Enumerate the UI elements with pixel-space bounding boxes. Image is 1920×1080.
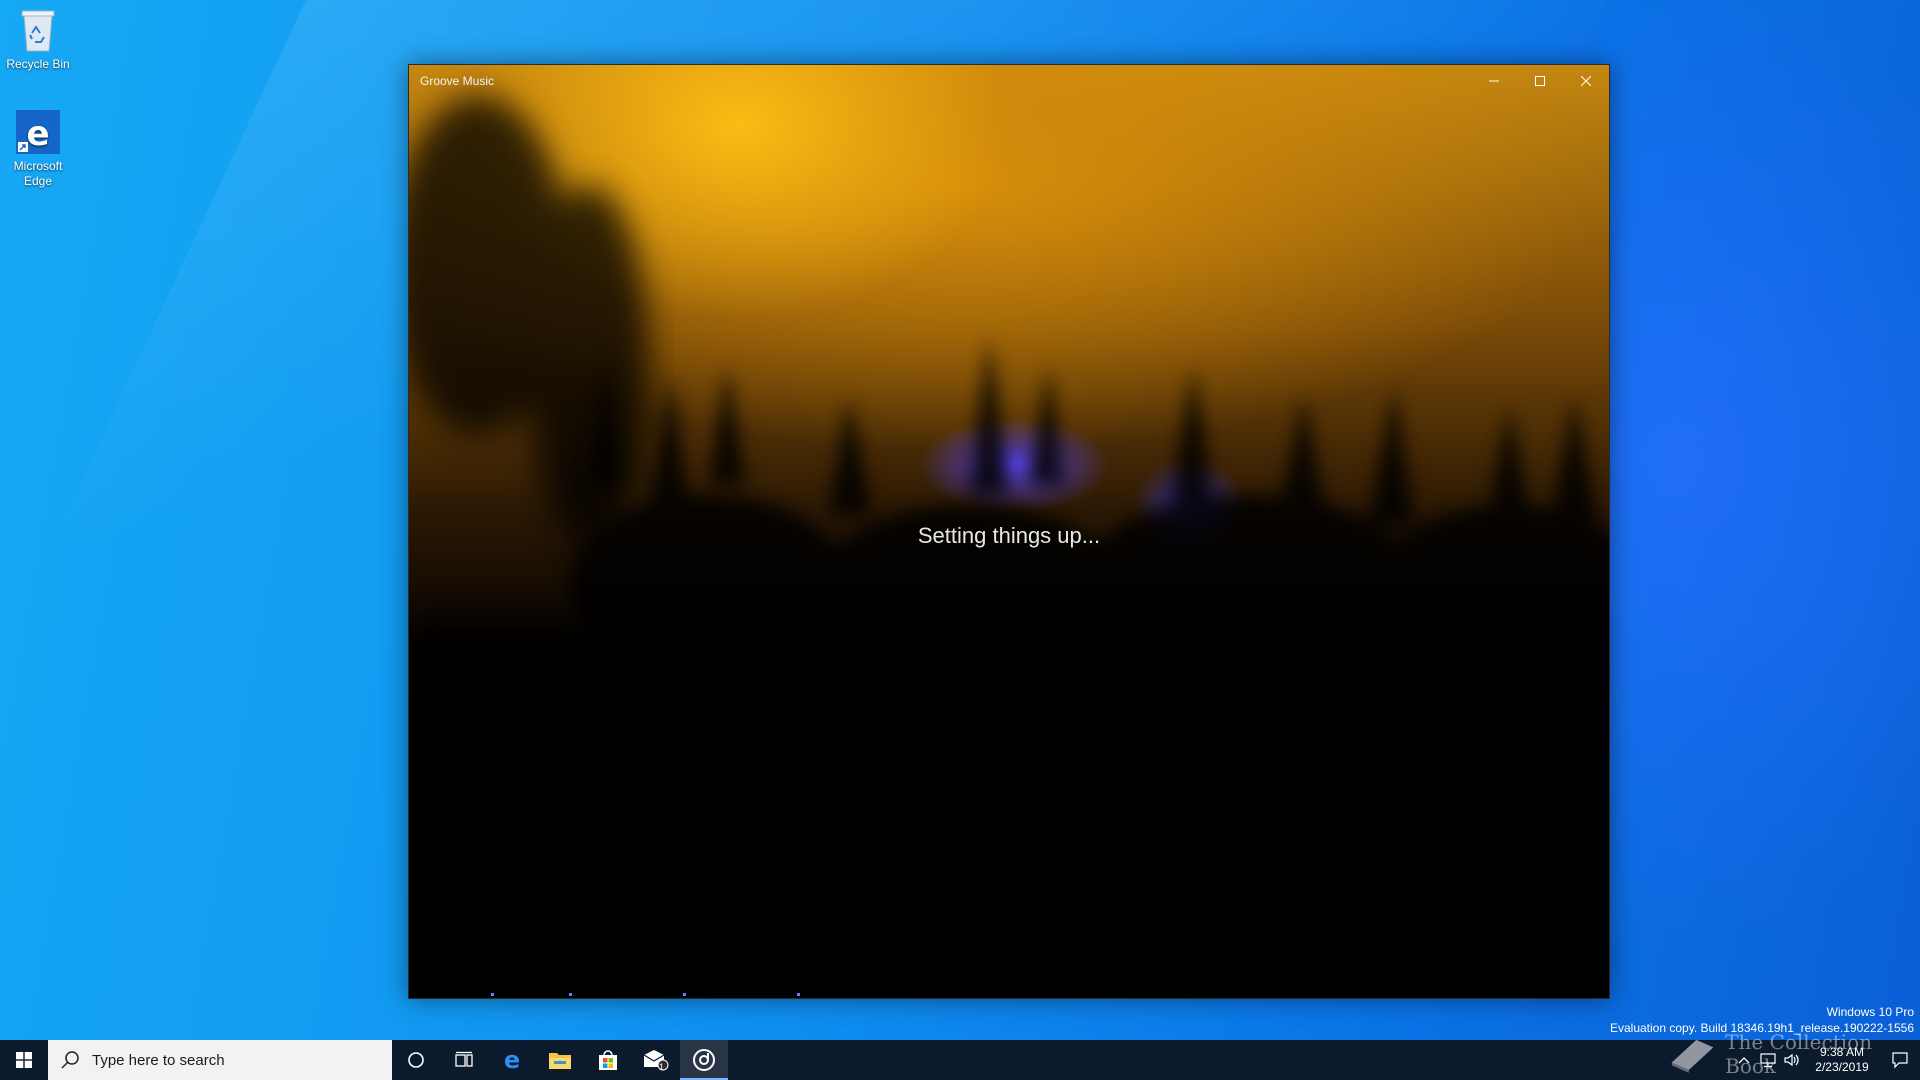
progress-dot xyxy=(683,993,686,996)
taskbar-edge-button[interactable]: e xyxy=(488,1040,536,1080)
groove-music-taskbar-button[interactable] xyxy=(680,1040,728,1080)
window-titlebar[interactable]: Groove Music xyxy=(409,65,1609,97)
task-view-icon xyxy=(455,1051,473,1067)
search-icon xyxy=(61,1051,79,1069)
desktop-icon-recycle-bin[interactable]: Recycle Bin xyxy=(2,6,74,72)
mail-badge-count: 1 xyxy=(659,1062,665,1072)
chevron-up-icon xyxy=(1738,1057,1750,1064)
cortana-icon xyxy=(408,1052,424,1068)
groove-music-icon xyxy=(693,1049,715,1071)
volume-icon xyxy=(1784,1053,1799,1067)
clock-date: 2/23/2019 xyxy=(1815,1060,1869,1074)
desktop-icon-label: Microsoft Edge xyxy=(13,159,63,188)
recycle-bin-icon xyxy=(14,6,62,54)
svg-text:e: e xyxy=(504,1048,520,1072)
file-explorer-button[interactable] xyxy=(536,1040,584,1080)
volume-button[interactable] xyxy=(1780,1040,1804,1080)
watermark-edition: Windows 10 Pro xyxy=(1826,1005,1914,1019)
setup-status-text: Setting things up... xyxy=(917,523,1101,548)
store-button[interactable] xyxy=(584,1040,632,1080)
progress-dot xyxy=(797,993,800,996)
desktop-icon-label: Recycle Bin xyxy=(6,57,70,71)
tray-overflow-button[interactable] xyxy=(1732,1040,1756,1080)
maximize-icon xyxy=(1535,76,1545,86)
desktop-icon-microsoft-edge[interactable]: e Microsoft Edge xyxy=(2,108,74,189)
store-icon xyxy=(599,1050,617,1070)
desktop: Recycle Bin e Microsoft Edge Groove Musi… xyxy=(0,0,1920,1040)
groove-music-window[interactable]: Groove Music Setting things up... xyxy=(408,64,1610,999)
svg-text:e: e xyxy=(26,114,49,154)
edge-icon: e xyxy=(504,1048,520,1072)
taskbar: Type here to search e 1 9:38 AM 2/23/201… xyxy=(0,1040,1920,1080)
maximize-button[interactable] xyxy=(1517,65,1563,97)
task-view-button[interactable] xyxy=(440,1040,488,1080)
search-placeholder: Type here to search xyxy=(92,1051,225,1069)
taskbar-search-box[interactable]: Type here to search xyxy=(48,1040,392,1080)
minimize-icon xyxy=(1489,80,1499,82)
mail-icon xyxy=(643,1050,669,1071)
close-icon xyxy=(1581,76,1591,86)
start-button[interactable] xyxy=(0,1040,48,1080)
start-icon xyxy=(16,1052,32,1068)
watermark-build: Evaluation copy. Build 18346.19h1_releas… xyxy=(1609,1021,1914,1035)
close-button[interactable] xyxy=(1563,65,1609,97)
network-button[interactable] xyxy=(1756,1040,1780,1080)
file-explorer-icon xyxy=(549,1053,571,1069)
loading-progress-dots xyxy=(409,993,1609,996)
window-controls xyxy=(1471,65,1609,97)
mail-button[interactable]: 1 xyxy=(632,1040,680,1080)
window-title: Groove Music xyxy=(420,74,495,88)
progress-dot xyxy=(491,993,494,996)
minimize-button[interactable] xyxy=(1471,65,1517,97)
network-icon xyxy=(1760,1053,1776,1068)
clock-time: 9:38 AM xyxy=(1819,1045,1865,1059)
taskbar-clock[interactable]: 9:38 AM 2/23/2019 xyxy=(1804,1045,1880,1075)
cortana-button[interactable] xyxy=(392,1040,440,1080)
action-center-button[interactable] xyxy=(1880,1040,1920,1080)
windows-edition-watermark: Windows 10 Pro Evaluation copy. Build 18… xyxy=(1610,1004,1914,1036)
progress-dot xyxy=(569,993,572,996)
system-tray: 9:38 AM 2/23/2019 xyxy=(1732,1040,1920,1080)
notification-icon xyxy=(1892,1052,1908,1069)
edge-icon: e xyxy=(14,108,62,156)
